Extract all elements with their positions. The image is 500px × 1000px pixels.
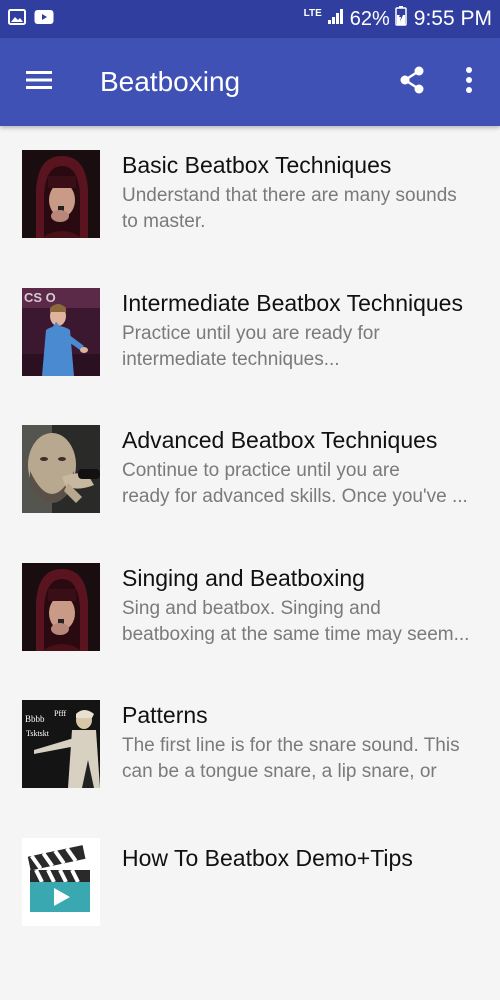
stage-beatboxer-image: CS O	[22, 287, 100, 376]
item-title: Patterns	[122, 702, 208, 728]
image-icon	[8, 8, 26, 30]
video-clapper-image	[22, 837, 100, 926]
more-options-button[interactable]	[452, 62, 486, 102]
app-bar: Beatboxing	[0, 38, 500, 126]
item-description: The first line is for the snare sound. T…	[122, 735, 460, 782]
battery-percent: 62%	[349, 7, 390, 30]
patterns-image: Bbbb Pfff Tsktskt	[22, 700, 100, 788]
item-title: Basic Beatbox Techniques	[122, 152, 392, 178]
thumb-text-bbbb: Bbbb	[25, 714, 45, 724]
item-description: Continue to practice until you are ready…	[122, 460, 468, 507]
share-icon	[398, 65, 426, 100]
item-title: Singing and Beatboxing	[122, 564, 365, 591]
menu-button[interactable]	[20, 64, 58, 100]
item-title: Intermediate Beatbox Techniques	[122, 289, 463, 316]
share-button[interactable]	[392, 62, 432, 102]
battery-icon	[395, 6, 407, 32]
item-description: Practice until you are ready for interme…	[122, 322, 380, 370]
list-item-advanced-techniques[interactable]: Advanced Beatbox Techniques Continue to …	[0, 401, 500, 539]
youtube-icon	[34, 9, 54, 30]
list-item-patterns[interactable]: Bbbb Pfff Tsktskt Patterns The first lin…	[0, 676, 500, 814]
signal-icon	[327, 7, 345, 31]
list-item-intermediate-techniques[interactable]: CS O Intermediate Beatbox Techniques Pra…	[0, 264, 500, 402]
clock: 9:55 PM	[413, 7, 492, 30]
status-left	[8, 8, 54, 30]
more-vert-icon	[465, 66, 473, 99]
menu-icon	[25, 69, 53, 96]
item-title: How To Beatbox Demo+Tips	[122, 844, 413, 871]
list-item-basic-techniques[interactable]: Basic Beatbox Techniques Understand that…	[0, 126, 500, 264]
list-item-singing-and-beatboxing[interactable]: Singing and Beatboxing Sing and beatbox.…	[0, 539, 500, 677]
status-bar: LTE 62% 9:55 PM	[0, 0, 500, 38]
topic-list: Basic Beatbox Techniques Understand that…	[0, 126, 500, 951]
status-right: LTE 62% 9:55 PM	[304, 6, 492, 32]
network-type: LTE	[303, 8, 322, 19]
thumb-text-tsktskt: Tsktskt	[26, 729, 50, 738]
list-item-demo-tips[interactable]: How To Beatbox Demo+Tips	[0, 814, 500, 952]
page-title: Beatboxing	[100, 66, 241, 97]
item-description: Understand that there are many sounds to…	[122, 185, 457, 232]
svg-text:CS O: CS O	[24, 290, 56, 305]
hooded-beatboxer-image	[22, 562, 100, 651]
hooded-beatboxer-image	[22, 150, 100, 238]
thumb-text-pfff: Pfff	[54, 709, 66, 718]
item-description: Sing and beatbox. Singing and beatboxing…	[122, 597, 470, 645]
item-title: Advanced Beatbox Techniques	[122, 427, 438, 453]
bearded-beatboxer-image	[22, 425, 100, 513]
